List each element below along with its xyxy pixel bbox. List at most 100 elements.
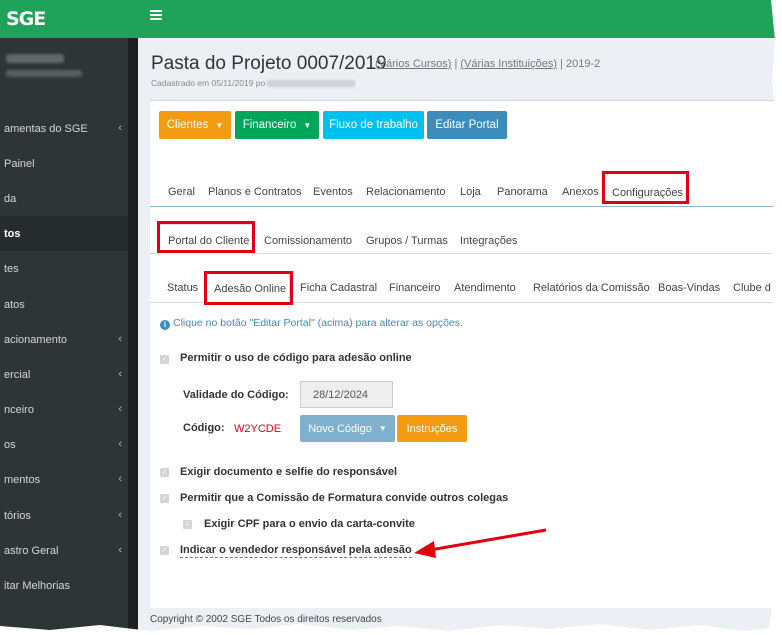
sidebar-item-relatorios[interactable]: tórios ‹: [0, 498, 128, 533]
instrucoes-button[interactable]: Instruções: [397, 415, 467, 442]
annotation-arrow-icon: [414, 528, 547, 558]
validade-date-input[interactable]: 28/12/2024: [300, 381, 393, 408]
button-label: Financeiro: [242, 119, 297, 131]
validade-label: Validade do Código:: [183, 389, 289, 401]
sidebar-item-label: nceiro: [4, 403, 34, 416]
sidebar-item-label: acionamento: [4, 333, 67, 346]
codigo-label: Código:: [183, 422, 225, 434]
tab-relatorios-comissao[interactable]: Relatórios da Comissão: [533, 282, 650, 294]
info-message: i Clique no botão "Editar Portal" (acima)…: [160, 317, 463, 330]
sidebar-item-financeiro[interactable]: nceiro ‹: [0, 392, 128, 427]
sidebar-header: SGE: [0, 0, 138, 38]
chevron-left-icon: ‹: [118, 403, 122, 415]
info-circle-icon: i: [160, 320, 170, 330]
sidebar-scroll-strip: [128, 38, 138, 635]
hamburger-menu-icon[interactable]: [150, 10, 162, 20]
checkbox-exigir-documento[interactable]: ✓: [160, 468, 169, 477]
tab-ficha-cadastral[interactable]: Ficha Cadastral: [300, 282, 377, 294]
cadastro-user-blurred: [267, 80, 356, 88]
cadastro-meta: Cadastrado em 05/11/2019 po: [151, 78, 356, 88]
torn-edge-right: [768, 0, 782, 635]
sidebar-item-documentos[interactable]: mentos ‹: [0, 462, 128, 497]
app-logo[interactable]: SGE: [6, 8, 46, 30]
tab-loja[interactable]: Loja: [460, 186, 481, 198]
sidebar-item-label: astro Geral: [4, 544, 59, 557]
page-title-links: (Vários Cursos) | (Várias Instituições) …: [375, 58, 600, 70]
chevron-left-icon: ‹: [118, 544, 122, 556]
tab-status[interactable]: Status: [167, 282, 198, 294]
sidebar-item-label: amentas do SGE: [4, 122, 88, 135]
sidebar-item-clientes[interactable]: tes: [0, 251, 128, 286]
tab-clube[interactable]: Clube d: [733, 282, 771, 294]
checkbox-exigir-cpf[interactable]: ✓: [183, 520, 192, 529]
button-label: Clientes: [166, 119, 209, 131]
chevron-left-icon: ‹: [118, 509, 122, 521]
chevron-left-icon: ‹: [118, 368, 122, 380]
tab-eventos[interactable]: Eventos: [313, 186, 353, 198]
tab-panorama[interactable]: Panorama: [497, 186, 548, 198]
highlight-adesao-online: [204, 271, 293, 305]
editar-portal-button[interactable]: Editar Portal: [427, 111, 507, 139]
highlight-portal-cliente: [157, 221, 255, 253]
info-text: Clique no botão "Editar Portal" (acima) …: [173, 317, 463, 329]
sidebar-item-label: os: [4, 438, 16, 451]
app-window: SGE amentas do SGE ‹ Painel da tos tes a…: [0, 0, 782, 635]
sidebar-item-sugerir-melhorias[interactable]: itar Melhorias: [0, 568, 128, 603]
tab-grupos-turmas[interactable]: Grupos / Turmas: [366, 235, 448, 247]
novo-codigo-dropdown-button[interactable]: Novo Código ▼: [300, 415, 395, 442]
option-comissao-convide: Permitir que a Comissão de Formatura con…: [180, 492, 509, 504]
tab-geral[interactable]: Geral: [168, 186, 195, 198]
user-name-blurred: [6, 54, 64, 63]
checkbox-indicar-vendedor[interactable]: ✓: [160, 546, 169, 555]
torn-edge-bottom: [0, 624, 782, 635]
separator: |: [454, 58, 458, 70]
caret-down-icon: ▼: [378, 424, 387, 433]
tab-comissionamento[interactable]: Comissionamento: [264, 235, 352, 247]
tab-anexos[interactable]: Anexos: [562, 186, 599, 198]
highlight-configuracoes: [602, 171, 689, 204]
separator: |: [560, 58, 563, 70]
sidebar-item-label: tos: [4, 227, 21, 240]
financeiro-dropdown-button[interactable]: Financeiro ▼: [235, 111, 319, 139]
tab-financeiro[interactable]: Financeiro: [389, 282, 440, 294]
sidebar-item-relacionamento[interactable]: acionamento ‹: [0, 322, 128, 357]
option-codigo-adesao: Permitir o uso de código para adesão onl…: [180, 352, 412, 364]
sidebar-item-agenda[interactable]: da: [0, 181, 128, 216]
sidebar-item-label: tes: [4, 262, 19, 275]
chevron-left-icon: ‹: [118, 473, 122, 485]
tab-planos-contratos[interactable]: Planos e Contratos: [208, 186, 302, 198]
sidebar-item-contatos[interactable]: atos: [0, 287, 128, 322]
sidebar-item-projetos[interactable]: tos: [0, 216, 128, 251]
sidebar-item-label: mentos: [4, 473, 41, 486]
checkbox-codigo-adesao[interactable]: ✓: [160, 355, 169, 364]
sidebar-item-label: da: [4, 192, 17, 205]
checkbox-comissao-convide[interactable]: ✓: [160, 494, 169, 503]
codigo-value: W2YCDE: [234, 423, 282, 435]
sidebar-item-cadastro-geral[interactable]: astro Geral ‹: [0, 533, 128, 568]
link-varias-instituicoes[interactable]: (Várias Instituições): [460, 58, 557, 70]
link-varios-cursos[interactable]: (Vários Cursos): [375, 58, 451, 70]
top-navbar: [138, 0, 782, 38]
sidebar: SGE amentas do SGE ‹ Painel da tos tes a…: [0, 0, 138, 635]
option-exigir-cpf: Exigir CPF para o envio da carta-convite: [204, 518, 415, 530]
tab-relacionamento[interactable]: Relacionamento: [366, 186, 446, 198]
sidebar-item-ferramentas[interactable]: amentas do SGE ‹: [0, 111, 128, 146]
chevron-left-icon: ‹: [118, 438, 122, 450]
sidebar-item-comercial[interactable]: ercial ‹: [0, 357, 128, 392]
tab-atendimento[interactable]: Atendimento: [454, 282, 516, 294]
option-indicar-vendedor: Indicar o vendedor responsável pela ades…: [180, 544, 412, 558]
tab-boas-vindas[interactable]: Boas-Vindas: [658, 282, 720, 294]
button-label: Novo Código: [308, 422, 372, 435]
sidebar-item-label: ercial: [4, 368, 31, 381]
tab-integracoes[interactable]: Integrações: [460, 235, 517, 247]
option-exigir-documento: Exigir documento e selfie do responsável: [180, 466, 398, 478]
sidebar-item-label: itar Melhorias: [4, 579, 71, 592]
sidebar-item-label: atos: [4, 298, 25, 311]
sidebar-item-painel[interactable]: Painel: [0, 146, 128, 181]
sidebar-item-label: Painel: [4, 157, 35, 170]
page-title: Pasta do Projeto 0007/2019: [151, 53, 387, 74]
sidebar-item-eventos[interactable]: os ‹: [0, 427, 128, 462]
fluxo-trabalho-button[interactable]: Fluxo de trabalho: [323, 111, 424, 139]
chevron-left-icon: ‹: [118, 122, 122, 134]
clientes-dropdown-button[interactable]: Clientes ▼: [159, 111, 231, 139]
